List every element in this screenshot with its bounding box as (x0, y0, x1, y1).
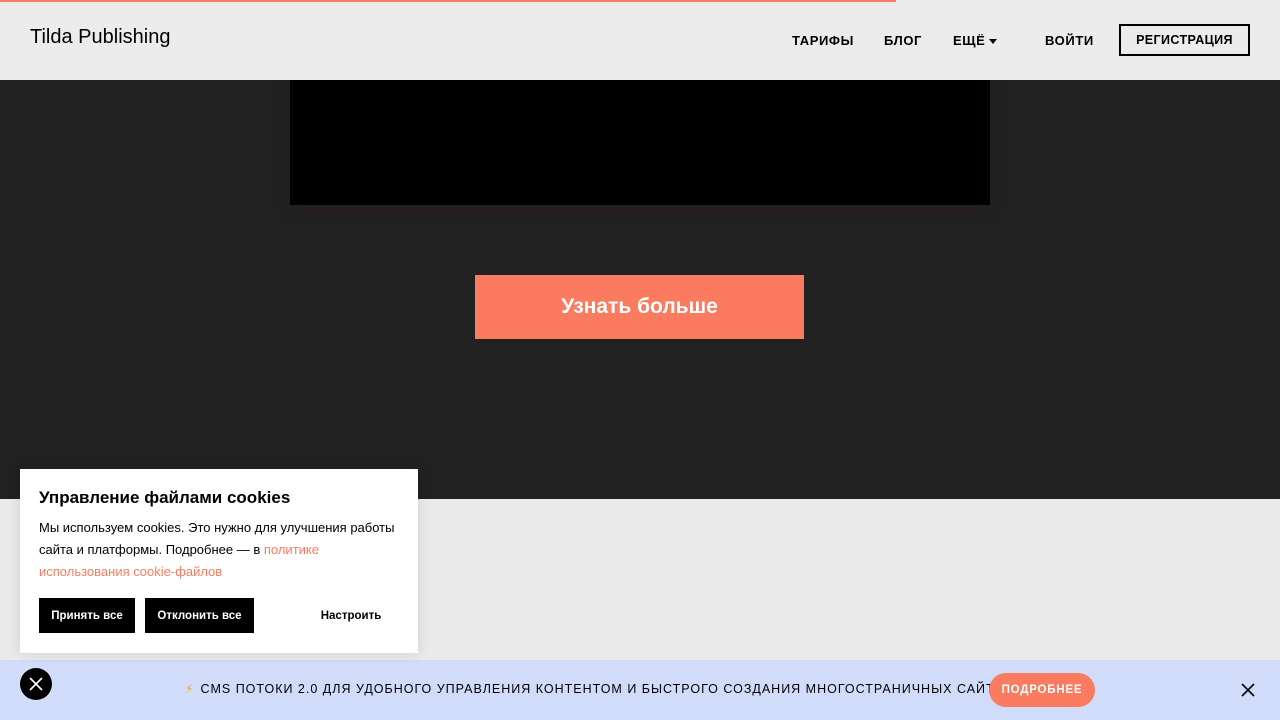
register-button[interactable]: РЕГИСТРАЦИЯ (1119, 24, 1250, 56)
decline-all-button[interactable]: Отклонить все (145, 598, 254, 633)
close-icon (29, 677, 43, 691)
cookie-consent-panel: Управление файлами cookies Мы используем… (20, 469, 418, 653)
nav-more-label: ЕЩЁ (953, 33, 986, 48)
promo-text: CMS ПОТОКИ 2.0 ДЛЯ УДОБНОГО УПРАВЛЕНИЯ К… (200, 682, 1015, 696)
promo-bar: ⚡ CMS ПОТОКИ 2.0 ДЛЯ УДОБНОГО УПРАВЛЕНИЯ … (0, 660, 1280, 720)
cookie-actions: Принять все Отклонить все Настроить (39, 598, 399, 633)
cookie-panel-text: Мы используем cookies. Это нужно для улу… (39, 517, 399, 583)
promo-message: ⚡ CMS ПОТОКИ 2.0 ДЛЯ УДОБНОГО УПРАВЛЕНИЯ … (185, 682, 1014, 696)
site-header: Tilda Publishing ТАРИФЫ БЛОГ ЕЩЁ ВОЙТИ Р… (0, 0, 1280, 80)
scroll-progress-bar (0, 0, 896, 2)
accept-all-button[interactable]: Принять все (39, 598, 135, 633)
cookie-text-body: Мы используем cookies. Это нужно для улу… (39, 520, 395, 557)
caret-down-icon (989, 39, 998, 45)
site-logo[interactable]: Tilda Publishing (30, 26, 170, 49)
nav-link-tariffs[interactable]: ТАРИФЫ (792, 33, 854, 48)
close-icon (1241, 683, 1255, 697)
close-widget-button[interactable] (20, 668, 52, 700)
learn-more-button[interactable]: Узнать больше (475, 275, 804, 339)
promo-details-button[interactable]: ПОДРОБНЕЕ (989, 673, 1095, 707)
cookie-panel-title: Управление файлами cookies (39, 488, 291, 507)
close-promo-button[interactable] (1238, 680, 1258, 700)
lightning-icon: ⚡ (185, 682, 195, 696)
nav-menu-more[interactable]: ЕЩЁ (953, 33, 998, 48)
nav-link-blog[interactable]: БЛОГ (884, 33, 922, 48)
cookie-settings-button[interactable]: Настроить (303, 598, 399, 633)
nav-link-login[interactable]: ВОЙТИ (1045, 33, 1094, 48)
